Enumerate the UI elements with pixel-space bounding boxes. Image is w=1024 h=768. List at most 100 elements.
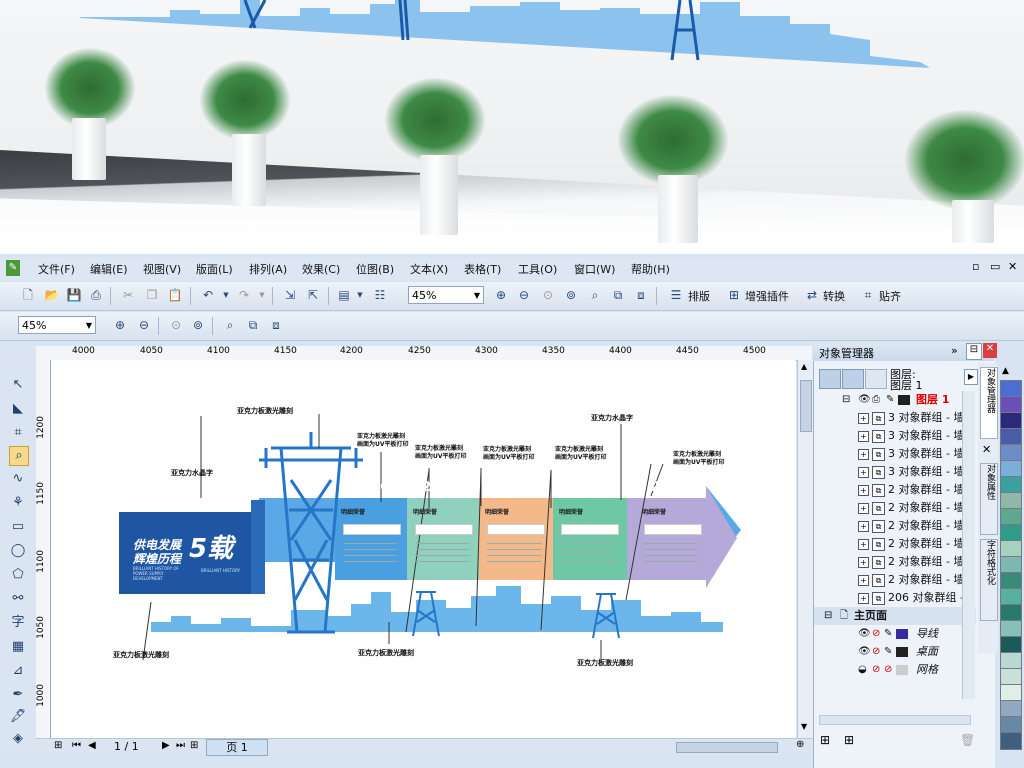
table-tool-icon[interactable]: ▦: [9, 638, 27, 656]
plugin-icon[interactable]: ⊞: [726, 287, 742, 303]
basic-shapes-icon[interactable]: ⚯: [9, 590, 27, 608]
palette-swatch[interactable]: [1000, 732, 1022, 750]
object-row[interactable]: + ⧉ 2 对象群组 - 墙: [814, 481, 976, 499]
panel-scrollbar[interactable]: [962, 391, 975, 699]
object-row[interactable]: + ⧉ 3 对象群组 - 墙: [814, 445, 976, 463]
add-page-icon[interactable]: ⊞: [54, 740, 62, 751]
publish-pdf-icon[interactable]: ▤: [336, 287, 352, 303]
object-row[interactable]: + ⧉ 2 对象群组 - 墙: [814, 571, 976, 589]
zoom-selected-icon[interactable]: ⊙: [168, 317, 184, 333]
drawing-canvas[interactable]: 供电发展 辉煌历程 5载 BRILLIANT HISTORY OF POWER …: [51, 360, 796, 738]
zoom-width-icon[interactable]: ⧉: [245, 317, 261, 333]
outline-pen-icon[interactable]: 🖋: [9, 708, 27, 726]
eyedropper-icon[interactable]: ✒: [9, 686, 27, 704]
plugin-button[interactable]: 增强插件: [745, 288, 789, 304]
menu-view[interactable]: 视图(V): [143, 261, 181, 277]
zoom-in-icon[interactable]: ⊕: [112, 317, 128, 333]
rectangle-tool-icon[interactable]: ▭: [9, 518, 27, 536]
object-row[interactable]: + ⧉ 2 对象群组 - 墙: [814, 517, 976, 535]
grid-layer-row[interactable]: ◒ ⊘ ⊘ 网格: [814, 661, 976, 679]
copy-icon[interactable]: ❐: [144, 287, 160, 303]
show-properties-icon[interactable]: [819, 369, 841, 389]
new-master-layer-icon[interactable]: ⊞: [844, 733, 854, 747]
save-icon[interactable]: 💾: [66, 287, 82, 303]
layer-manager-view-icon[interactable]: [865, 369, 887, 389]
object-row[interactable]: + ⧉ 206 对象群组 -: [814, 589, 976, 607]
scroll-thumb[interactable]: [800, 380, 812, 432]
crop-tool-icon[interactable]: ⌗: [9, 424, 27, 442]
object-row[interactable]: + ⧉ 3 对象群组 - 墙: [814, 427, 976, 445]
next-page-icon[interactable]: ▶: [162, 740, 170, 751]
menu-arrange[interactable]: 排列(A): [249, 261, 287, 277]
convert-icon[interactable]: ⇄: [804, 287, 820, 303]
zoom-selected-icon[interactable]: ⊙: [540, 287, 556, 303]
zoom-level-select[interactable]: 45% ▼: [408, 286, 484, 304]
menu-text[interactable]: 文本(X): [410, 261, 448, 277]
freehand-tool-icon[interactable]: ∿: [9, 470, 27, 488]
menu-edit[interactable]: 编辑(E): [90, 261, 128, 277]
page-tab[interactable]: 页 1: [206, 739, 268, 756]
object-row[interactable]: + ⧉ 3 对象群组 - 墙: [814, 463, 976, 481]
new-layer-icon[interactable]: ⊞: [820, 733, 830, 747]
shape-tool-icon[interactable]: ◣: [9, 400, 27, 418]
snap-button[interactable]: 贴齐: [879, 288, 901, 304]
scroll-up-icon[interactable]: ▲: [801, 362, 807, 371]
scroll-down-icon[interactable]: ▼: [801, 722, 807, 731]
prev-page-icon[interactable]: ◀: [88, 740, 96, 751]
print-icon[interactable]: ⎙: [88, 287, 104, 303]
panel-hscroll[interactable]: [819, 715, 971, 725]
zoom-in-icon[interactable]: ⊕: [493, 287, 509, 303]
zoom-page-icon[interactable]: ⌕: [222, 317, 238, 333]
menu-window[interactable]: 窗口(W): [574, 261, 615, 277]
object-row[interactable]: + ⧉ 2 对象群组 - 墙: [814, 499, 976, 517]
last-page-icon[interactable]: ⏭: [176, 740, 185, 751]
first-page-icon[interactable]: ⏮: [72, 740, 81, 751]
open-folder-icon[interactable]: 📂: [44, 287, 60, 303]
panel-close-icon[interactable]: ✕: [983, 343, 997, 358]
menu-tools[interactable]: 工具(O): [518, 261, 557, 277]
zoom-height-icon[interactable]: ⧈: [633, 287, 649, 303]
object-row[interactable]: + ⧉ 2 对象群组 - 墙: [814, 553, 976, 571]
add-page-after-icon[interactable]: ⊞: [190, 740, 198, 751]
menu-table[interactable]: 表格(T): [464, 261, 501, 277]
layout-icon[interactable]: ☰: [668, 287, 684, 303]
panel-expand-icon[interactable]: »: [951, 344, 958, 357]
smart-fill-icon[interactable]: ⚘: [9, 494, 27, 512]
menu-bitmaps[interactable]: 位图(B): [356, 261, 394, 277]
export-icon[interactable]: ⇱: [305, 287, 321, 303]
panel-collapse-icon[interactable]: ⊟: [966, 343, 982, 360]
vertical-scrollbar[interactable]: ▲ ▼: [797, 360, 813, 738]
zoom-all-icon[interactable]: ⊚: [563, 287, 579, 303]
zoom-width-icon[interactable]: ⧉: [610, 287, 626, 303]
docker-close-icon[interactable]: ✕: [982, 443, 991, 456]
undo-icon[interactable]: ↶: [200, 287, 216, 303]
layout-button[interactable]: 排版: [688, 288, 710, 304]
object-row[interactable]: + ⧉ 3 对象群组 - 墙: [814, 409, 976, 427]
zoom-out-icon[interactable]: ⊖: [136, 317, 152, 333]
import-icon[interactable]: ⇲: [282, 287, 298, 303]
ellipse-tool-icon[interactable]: ◯: [9, 542, 27, 560]
edit-across-layers-icon[interactable]: [842, 369, 864, 389]
redo-dropdown-icon[interactable]: ▼: [254, 287, 270, 303]
horizontal-scroll-thumb[interactable]: [676, 742, 778, 753]
options-icon[interactable]: ☷: [372, 287, 388, 303]
desktop-layer-row[interactable]: 👁 ⊘ ✎ 桌面: [814, 643, 976, 661]
text-tool-icon[interactable]: 字: [9, 614, 27, 632]
minimize-icon[interactable]: ▫: [972, 260, 979, 273]
close-icon[interactable]: ✕: [1008, 260, 1017, 273]
publish-dropdown-icon[interactable]: ▼: [352, 287, 368, 303]
polygon-tool-icon[interactable]: ⬠: [9, 566, 27, 584]
zoom-out-icon[interactable]: ⊖: [516, 287, 532, 303]
paste-icon[interactable]: 📋: [167, 287, 183, 303]
new-document-icon[interactable]: 🗋: [20, 287, 36, 303]
palette-scroll-up-icon[interactable]: ▲: [1002, 366, 1009, 376]
panel-menu-arrow-icon[interactable]: ▶: [964, 369, 978, 385]
menu-layout[interactable]: 版面(L): [196, 261, 233, 277]
zoom-height-icon[interactable]: ⧈: [268, 317, 284, 333]
layer-row[interactable]: ⊟ 👁 ⎙ ✎ 图层 1: [814, 391, 976, 409]
menu-help[interactable]: 帮助(H): [631, 261, 670, 277]
cut-icon[interactable]: ✂: [120, 287, 136, 303]
navigator-icon[interactable]: ⊕: [796, 739, 804, 750]
dimension-tool-icon[interactable]: ⊿: [9, 662, 27, 680]
master-page-row[interactable]: ⊟ 🗋 主页面: [814, 607, 976, 625]
